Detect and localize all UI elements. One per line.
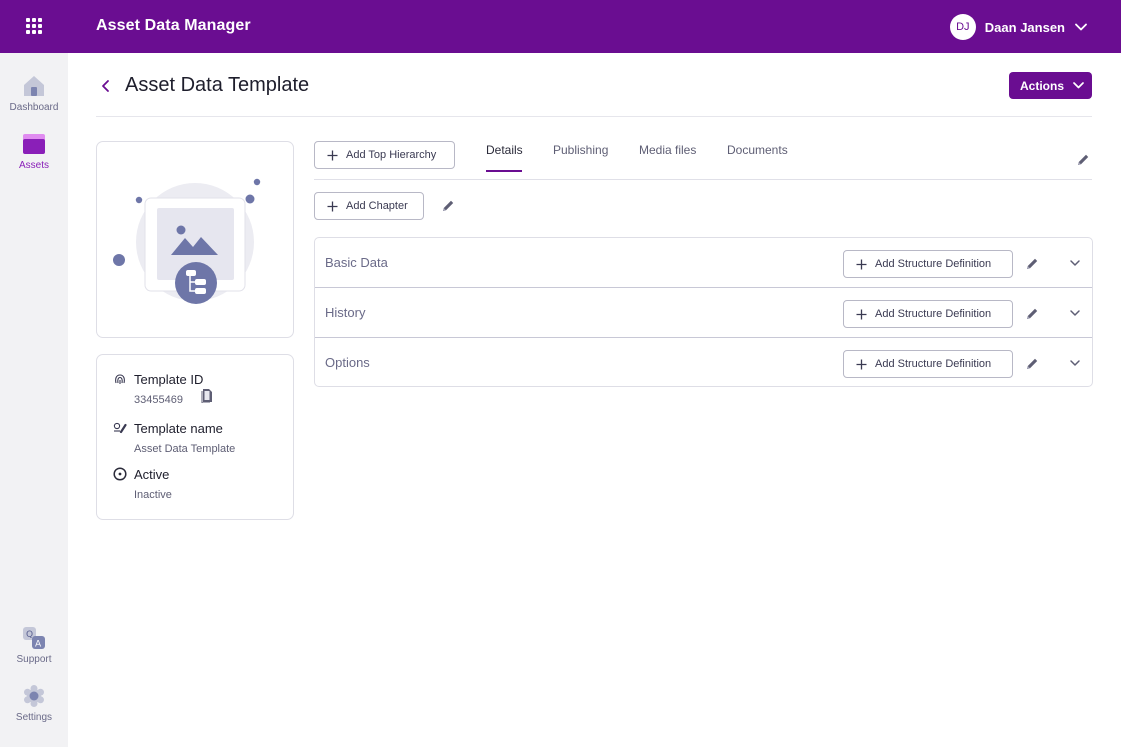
add-structure-definition-label: Add Structure Definition: [875, 308, 992, 320]
template-name-label: Template name: [134, 421, 223, 436]
edit-pencil-icon[interactable]: [1025, 357, 1039, 371]
svg-text:A: A: [35, 640, 42, 650]
home-icon: [24, 76, 44, 96]
sidebar-item-label: Settings: [15, 712, 53, 723]
template-id-value: 33455469: [134, 394, 183, 406]
sidebar-item-label: Dashboard: [9, 102, 59, 113]
plus-icon: [856, 259, 867, 269]
add-top-hierarchy-label: Add Top Hierarchy: [346, 149, 437, 161]
sidebar-item-dashboard[interactable]: Dashboard: [0, 74, 68, 113]
fingerprint-icon: [115, 374, 125, 384]
chevron-down-icon[interactable]: [1069, 257, 1081, 269]
chapter-name: Options: [325, 355, 370, 370]
copy-icon[interactable]: [201, 388, 213, 403]
chevron-down-icon[interactable]: [1069, 357, 1081, 369]
edit-name-icon: [113, 422, 127, 434]
sidebar-item-label: Support: [16, 654, 52, 665]
plus-icon: [327, 150, 338, 160]
plus-icon: [856, 309, 867, 319]
chevron-down-icon: [1073, 82, 1084, 89]
assets-icon: [23, 134, 45, 154]
actions-button[interactable]: Actions: [1009, 72, 1092, 99]
chapter-row[interactable]: Basic Data Add Structure Definition: [315, 238, 1092, 288]
edit-pencil-icon[interactable]: [1025, 307, 1039, 321]
edit-pencil-icon[interactable]: [1025, 257, 1039, 271]
divider: [96, 116, 1092, 117]
user-name[interactable]: Daan Jansen: [985, 20, 1065, 35]
tab-media-files[interactable]: Media files: [639, 143, 696, 157]
tab-details[interactable]: Details: [486, 143, 523, 157]
add-chapter-label: Add Chapter: [346, 200, 408, 212]
template-image-card: [96, 141, 294, 338]
qa-icon: Q A: [23, 627, 45, 650]
tabs-divider: [314, 179, 1092, 180]
template-id-label: Template ID: [134, 372, 204, 387]
active-value: Inactive: [134, 489, 172, 501]
chapter-name: History: [325, 305, 366, 320]
sidebar-item-settings[interactable]: Settings: [0, 684, 68, 723]
template-illustration: [113, 178, 261, 304]
chapter-name: Basic Data: [325, 255, 388, 270]
add-top-hierarchy-button[interactable]: Add Top Hierarchy: [314, 141, 455, 169]
template-name-value: Asset Data Template: [134, 443, 236, 455]
edit-pencil-icon[interactable]: [1076, 153, 1090, 167]
app-title: Asset Data Manager: [96, 17, 251, 34]
add-structure-definition-button[interactable]: Add Structure Definition: [843, 350, 1013, 378]
apps-grid-icon[interactable]: [26, 18, 42, 34]
active-label: Active: [134, 467, 170, 482]
template-info-card: Template ID 33455469 Template name Asset…: [96, 354, 294, 520]
chevron-down-icon[interactable]: [1069, 307, 1081, 319]
sidebar-item-assets[interactable]: Assets: [0, 132, 68, 171]
avatar[interactable]: DJ: [949, 14, 976, 40]
chapter-row[interactable]: History Add Structure Definition: [315, 287, 1092, 337]
tab-publishing[interactable]: Publishing: [553, 143, 608, 157]
plus-icon: [856, 359, 867, 369]
add-chapter-button[interactable]: Add Chapter: [314, 192, 424, 220]
add-structure-definition-label: Add Structure Definition: [875, 258, 992, 270]
plus-icon: [327, 201, 338, 211]
sidebar: Dashboard Assets Q A Support Settings: [0, 53, 68, 747]
page-title: Asset Data Template: [125, 74, 310, 96]
sidebar-item-support[interactable]: Q A Support: [0, 626, 68, 665]
chapter-list: Basic Data Add Structure Definition Hist…: [314, 237, 1093, 387]
actions-label: Actions: [1020, 78, 1065, 93]
edit-pencil-icon[interactable]: [441, 199, 455, 213]
add-structure-definition-button[interactable]: Add Structure Definition: [843, 250, 1013, 278]
top-bar: Asset Data Manager DJ Daan Jansen: [0, 0, 1121, 53]
user-menu[interactable]: DJ Daan Jansen: [949, 14, 1087, 40]
chevron-down-icon[interactable]: [1075, 23, 1087, 31]
gear-icon: [24, 685, 44, 707]
sidebar-item-label: Assets: [18, 160, 49, 171]
active-tab-indicator: [486, 170, 522, 172]
chapter-row[interactable]: Options Add Structure Definition: [315, 337, 1092, 387]
add-structure-definition-label: Add Structure Definition: [875, 358, 992, 370]
back-chevron-icon[interactable]: [98, 78, 114, 94]
tab-documents[interactable]: Documents: [727, 143, 788, 157]
status-circle-icon: [113, 467, 127, 481]
svg-text:Q: Q: [26, 630, 33, 640]
add-structure-definition-button[interactable]: Add Structure Definition: [843, 300, 1013, 328]
